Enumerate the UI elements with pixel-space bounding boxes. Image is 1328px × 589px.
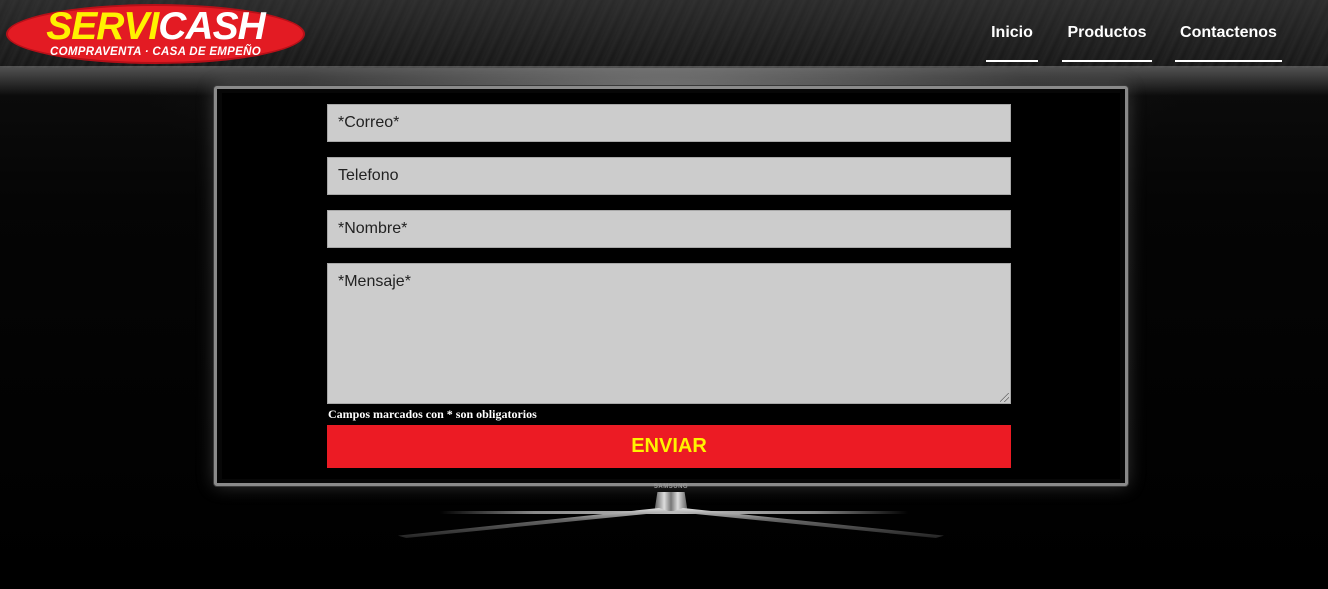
logo-wordmark-cash: CASH: [158, 5, 266, 48]
page: SERVICASH COMPRAVENTA · CASA DE EMPEÑO I…: [0, 0, 1328, 589]
logo-wordmark: SERVICASH: [8, 7, 303, 47]
message-field-placeholder: *Mensaje*: [338, 273, 411, 290]
phone-field[interactable]: Telefono: [327, 157, 1011, 195]
nav-item-inicio[interactable]: Inicio: [986, 24, 1038, 62]
logo-tagline: COMPRAVENTA · CASA DE EMPEÑO: [50, 46, 261, 58]
nav-item-productos[interactable]: Productos: [1062, 24, 1152, 62]
site-header: SERVICASH COMPRAVENTA · CASA DE EMPEÑO I…: [0, 0, 1328, 96]
servicash-logo[interactable]: SERVICASH COMPRAVENTA · CASA DE EMPEÑO: [6, 4, 305, 64]
name-field[interactable]: *Nombre*: [327, 210, 1011, 248]
required-fields-note: Campos marcados con * son obligatorios: [328, 407, 537, 421]
tv-brand-label: SAMSUNG: [653, 484, 689, 490]
email-field[interactable]: *Correo*: [327, 104, 1011, 142]
nav-item-contactenos[interactable]: Contactenos: [1175, 24, 1282, 62]
resize-grip-icon[interactable]: [1000, 393, 1009, 402]
submit-button[interactable]: ENVIAR: [327, 425, 1011, 468]
logo-wordmark-servi: SERVI: [46, 5, 159, 48]
message-field[interactable]: *Mensaje*: [327, 263, 1011, 404]
